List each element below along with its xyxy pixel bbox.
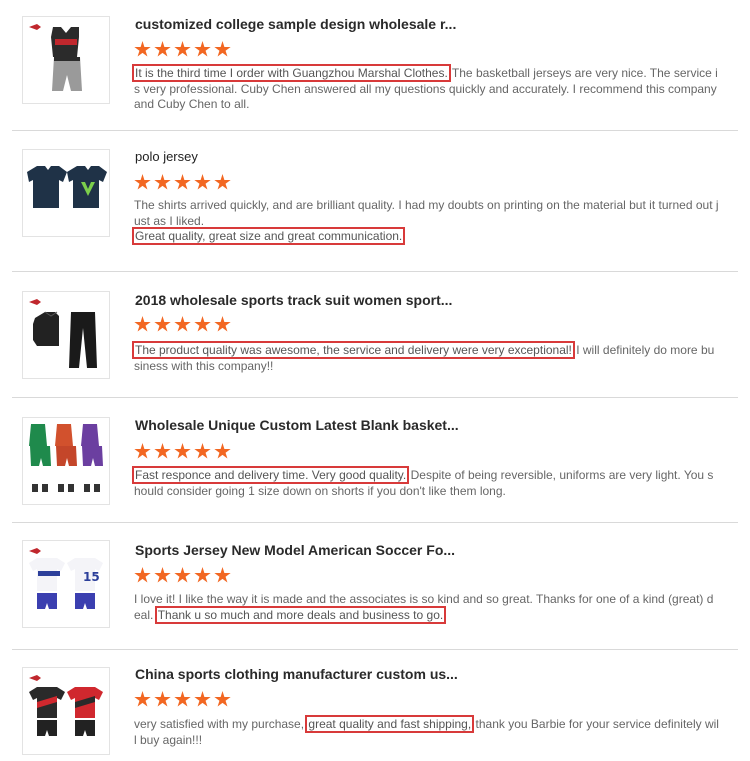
star-icon (134, 41, 151, 57)
product-title[interactable]: Sports Jersey New Model American Soccer … (135, 542, 718, 558)
product-title[interactable]: customized college sample design wholesa… (135, 16, 718, 32)
star-icon (154, 443, 171, 459)
star-icon (134, 567, 151, 583)
star-icon (214, 691, 231, 707)
review-text: It is the third time I order with Guangz… (132, 64, 720, 113)
review-item: customized college sample design wholesa… (12, 0, 738, 131)
review-text: very satisfied with my purchase, great q… (134, 715, 720, 748)
review-text-before: The shirts arrived quickly, and are bril… (134, 198, 719, 228)
review-item: polo jersey The shirts arrived quickly, … (12, 130, 738, 272)
star-icon (134, 443, 151, 459)
star-icon (174, 567, 191, 583)
star-icon (194, 443, 211, 459)
review-text: The product quality was awesome, the ser… (132, 341, 720, 374)
product-thumbnail[interactable]: 15 (22, 540, 110, 628)
star-icon (194, 316, 211, 332)
review-item: 15 Sports Jersey New Model American Socc… (12, 522, 738, 650)
product-thumbnail[interactable] (22, 291, 110, 379)
product-thumbnail[interactable] (22, 417, 110, 505)
rating-stars (134, 316, 234, 334)
star-icon (174, 691, 191, 707)
star-icon (134, 174, 151, 190)
review-text: Fast responce and delivery time. Very go… (131, 466, 720, 499)
star-icon (194, 174, 211, 190)
star-icon (154, 41, 171, 57)
review-text: The shirts arrived quickly, and are bril… (131, 198, 720, 245)
rating-stars (134, 174, 234, 192)
star-icon (134, 691, 151, 707)
star-icon (214, 174, 231, 190)
review-item: China sports clothing manufacturer custo… (12, 649, 738, 761)
product-thumbnail[interactable] (22, 149, 110, 237)
highlighted-phrase: Thank u so much and more deals and busin… (154, 605, 447, 624)
star-icon (154, 174, 171, 190)
star-icon (174, 443, 191, 459)
soccer-jersey-icon: 15 (29, 548, 103, 609)
star-icon (194, 41, 211, 57)
highlighted-phrase: Great quality, great size and great comm… (131, 227, 406, 245)
review-text: I love it! I like the way it is made and… (134, 592, 720, 624)
rating-stars (134, 41, 234, 59)
star-icon (214, 443, 231, 459)
star-icon (194, 691, 211, 707)
star-icon (174, 41, 191, 57)
star-icon (214, 316, 231, 332)
highlighted-phrase: It is the third time I order with Guangz… (132, 64, 451, 82)
product-thumbnail[interactable] (22, 16, 110, 104)
star-icon (174, 316, 191, 332)
basketball-uniforms-icon (29, 424, 103, 492)
product-title[interactable]: 2018 wholesale sports track suit women s… (135, 292, 718, 308)
rating-stars (134, 567, 234, 585)
tracksuit-icon (29, 299, 97, 368)
highlighted-phrase: great quality and fast shipping, (305, 715, 475, 733)
star-icon (174, 174, 191, 190)
highlighted-phrase: Fast responce and delivery time. Very go… (131, 466, 410, 484)
review-item: 2018 wholesale sports track suit women s… (12, 271, 738, 398)
rating-stars (134, 443, 234, 461)
polo-jersey-icon (27, 166, 107, 208)
rating-stars (134, 691, 234, 709)
review-text-before: very satisfied with my purchase, (134, 717, 305, 731)
product-title[interactable]: China sports clothing manufacturer custo… (135, 666, 718, 682)
product-title[interactable]: Wholesale Unique Custom Latest Blank bas… (135, 417, 718, 433)
star-icon (214, 41, 231, 57)
review-item: Wholesale Unique Custom Latest Blank bas… (12, 397, 738, 523)
highlighted-phrase: The product quality was awesome, the ser… (132, 341, 575, 359)
star-icon (194, 567, 211, 583)
star-icon (154, 691, 171, 707)
star-icon (154, 316, 171, 332)
star-icon (134, 316, 151, 332)
star-icon (154, 567, 171, 583)
svg-text:15: 15 (83, 570, 100, 584)
basketball-jersey-icon (29, 24, 82, 91)
star-icon (214, 567, 231, 583)
product-title[interactable]: polo jersey (135, 149, 718, 164)
sports-kit-icon (29, 675, 103, 736)
product-thumbnail[interactable] (22, 667, 110, 755)
